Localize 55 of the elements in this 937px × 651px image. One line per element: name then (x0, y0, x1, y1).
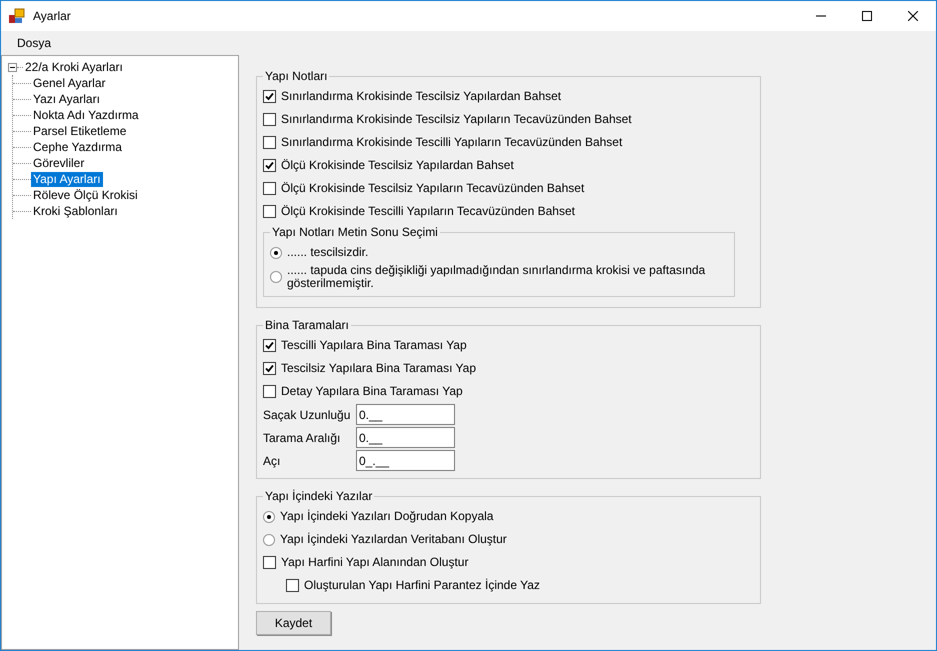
checkbox[interactable] (263, 90, 276, 103)
checkbox[interactable] (263, 182, 276, 195)
checkbox-label: Tescilli Yapılara Bina Taraması Yap (281, 339, 467, 352)
group-title: Bina Taramaları (264, 318, 350, 332)
checkbox-label: Detay Yapılara Bina Taraması Yap (281, 385, 463, 398)
checkbox[interactable] (263, 205, 276, 218)
field-label: Saçak Uzunluğu (263, 408, 352, 422)
checkbox-label: Sınırlandırma Krokisinde Tescilsiz Yapıların Tecavüzünden Bahset (281, 113, 632, 126)
tree-item[interactable]: Yapı Ayarları (31, 172, 103, 186)
save-button[interactable]: Kaydet (256, 611, 331, 635)
checkbox-label: Tescilsiz Yapılara Bina Taraması Yap (281, 362, 476, 375)
checkbox[interactable] (263, 556, 276, 569)
tree-item[interactable]: Parsel Etiketleme (31, 124, 128, 138)
checkbox[interactable] (263, 362, 276, 375)
checkbox[interactable] (263, 385, 276, 398)
tree-item[interactable]: Nokta Adı Yazdırma (31, 108, 141, 122)
checkbox[interactable] (263, 339, 276, 352)
tree-item[interactable]: Görevliler (31, 156, 86, 170)
checkbox-label: Ölçü Krokisinde Tescilsiz Yapılardan Bahset (281, 159, 514, 172)
radio-label: ...... tescilsizdir. (287, 246, 368, 259)
checkbox-label: Oluşturulan Yapı Harfini Parantez İçinde Yaz (304, 579, 540, 592)
radio-button[interactable] (270, 271, 282, 283)
checkbox-label: Ölçü Krokisinde Tescilli Yapıların Tecavüzünden Bahset (281, 205, 575, 218)
tree-item[interactable]: Yazı Ayarları (31, 92, 102, 106)
checkbox-label: Yapı Harfini Yapı Alanından Oluştur (281, 556, 468, 569)
radio-button[interactable] (270, 246, 282, 258)
group-title: Yapı Notları Metin Sonu Seçimi (271, 225, 439, 239)
tree-item[interactable]: Röleve Ölçü Krokisi (31, 188, 140, 202)
checkbox[interactable] (286, 579, 299, 592)
collapse-icon[interactable] (8, 62, 17, 72)
field-label: Tarama Aralığı (263, 430, 342, 444)
radio-label: Yapı İçindeki Yazıları Doğrudan Kopyala (280, 510, 494, 523)
window-title: Ayarlar (33, 9, 72, 23)
radio-button[interactable] (263, 510, 275, 522)
input-field[interactable]: 0.__ (356, 404, 455, 425)
checkbox[interactable] (263, 113, 276, 126)
checkbox-label: Sınırlandırma Krokisinde Tescilsiz Yapılardan Bahset (281, 90, 562, 103)
input-field[interactable]: 0.__ (356, 427, 455, 448)
tree-item[interactable]: Genel Ayarlar (31, 76, 108, 90)
checkbox-label: Sınırlandırma Krokisinde Tescilli Yapıların Tecavüzünden Bahset (281, 136, 622, 149)
input-field[interactable]: 0_.__ (356, 450, 455, 471)
tree-item[interactable]: Kroki Şablonları (31, 204, 120, 218)
menu-item[interactable]: Dosya (9, 34, 60, 52)
group-title: Yapı İçindeki Yazılar (264, 489, 374, 503)
radio-label: ...... tapuda cins değişikliği yapılmadığından sınırlandırma krokisi ve paftasında gösterilmemiştir. (287, 264, 706, 290)
app-icon (9, 8, 25, 24)
radio-label: Yapı İçindeki Yazılardan Veritabanı Oluştur (280, 533, 507, 546)
checkbox[interactable] (263, 159, 276, 172)
field-label: Açı (263, 454, 282, 468)
radio-button[interactable] (263, 534, 275, 546)
checkbox-label: Ölçü Krokisinde Tescilsiz Yapıların Tecavüzünden Bahset (281, 182, 584, 195)
group-title: Yapı Notları (264, 69, 328, 83)
tree-item[interactable]: 22/a Kroki Ayarları (23, 60, 125, 74)
checkbox[interactable] (263, 136, 276, 149)
tree-item[interactable]: Cephe Yazdırma (31, 140, 124, 154)
